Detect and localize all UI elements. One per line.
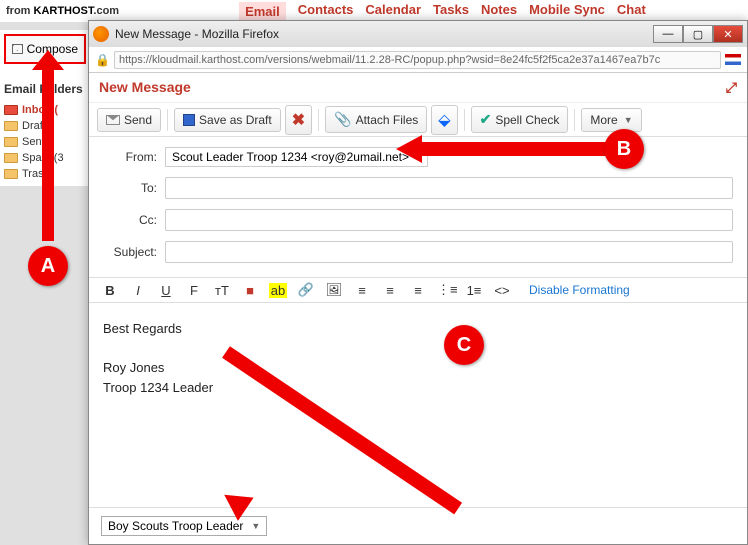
attach-files-button[interactable]: 📎 Attach Files xyxy=(325,106,427,133)
message-heading: New Message xyxy=(99,79,191,96)
nav-tab-tasks[interactable]: Tasks xyxy=(433,2,469,21)
nav-tab-mobile-sync[interactable]: Mobile Sync xyxy=(529,2,605,21)
folder-icon xyxy=(4,169,18,179)
align-center-button[interactable]: ≡ xyxy=(381,283,399,298)
cc-label: Cc: xyxy=(103,213,157,227)
nav-tab-calendar[interactable]: Calendar xyxy=(365,2,421,21)
chevron-down-icon: ▼ xyxy=(251,521,260,531)
message-body[interactable]: Best Regards Roy Jones Troop 1234 Leader xyxy=(89,303,747,507)
disable-formatting-link[interactable]: Disable Formatting xyxy=(529,283,630,297)
dropbox-button[interactable]: ⬙ xyxy=(431,105,457,135)
save-draft-button[interactable]: Save as Draft xyxy=(174,108,281,132)
subject-input[interactable] xyxy=(165,241,733,263)
to-input[interactable] xyxy=(165,177,733,199)
font-size-button[interactable]: тT xyxy=(213,283,231,298)
envelope-icon xyxy=(12,44,23,54)
signature-select[interactable]: Boy Scouts Troop Leader ▼ xyxy=(101,516,267,536)
link-button[interactable]: 🔗 xyxy=(297,282,315,298)
window-titlebar[interactable]: New Message - Mozilla Firefox — ▢ ✕ xyxy=(89,21,747,47)
from-select[interactable]: Scout Leader Troop 1234 <roy@2umail.net>… xyxy=(165,147,428,167)
text-color-button[interactable]: ■ xyxy=(241,283,259,298)
flag-icon xyxy=(725,54,741,65)
body-signature-name: Roy Jones xyxy=(103,358,733,378)
discard-button[interactable]: ✖ xyxy=(285,105,312,135)
body-signature-title: Troop 1234 Leader xyxy=(103,378,733,398)
bullet-list-button[interactable]: ⋮≡ xyxy=(437,282,455,298)
italic-button[interactable]: I xyxy=(129,283,147,298)
bold-button[interactable]: B xyxy=(101,283,119,298)
disk-icon xyxy=(183,114,195,126)
dropbox-icon: ⬙ xyxy=(438,110,450,130)
number-list-button[interactable]: 1≡ xyxy=(465,283,483,298)
compose-window: New Message - Mozilla Firefox — ▢ ✕ 🔒 ht… xyxy=(88,20,748,545)
align-left-button[interactable]: ≡ xyxy=(353,283,371,298)
check-icon: ✔ xyxy=(480,111,492,128)
folder-icon xyxy=(4,105,18,115)
window-minimize-button[interactable]: — xyxy=(653,25,683,43)
firefox-icon xyxy=(93,26,109,42)
compose-toolbar: Send Save as Draft ✖ 📎 Attach Files ⬙ ✔ … xyxy=(89,103,747,137)
window-maximize-button[interactable]: ▢ xyxy=(683,25,713,43)
lock-icon: 🔒 xyxy=(95,53,110,67)
to-label: To: xyxy=(103,181,157,195)
chevron-down-icon: ▼ xyxy=(414,151,423,161)
folder-icon xyxy=(4,137,18,147)
underline-button[interactable]: U xyxy=(157,283,175,298)
paperclip-icon: 📎 xyxy=(334,111,351,128)
nav-tab-notes[interactable]: Notes xyxy=(481,2,517,21)
nav-tab-contacts[interactable]: Contacts xyxy=(298,2,354,21)
top-nav: from KARTHOST.com Email Contacts Calendar T… xyxy=(0,0,748,22)
message-header: New Message ⤢ xyxy=(89,73,747,103)
body-regards: Best Regards xyxy=(103,319,733,339)
nav-tab-email[interactable]: Email xyxy=(239,2,286,21)
source-button[interactable]: <> xyxy=(493,283,511,298)
format-toolbar: B I U F тT ■ ab 🔗 🖼 ≡ ≡ ≡ ⋮≡ 1≡ <> Disab… xyxy=(89,277,747,303)
send-button[interactable]: Send xyxy=(97,108,161,132)
font-button[interactable]: F xyxy=(185,283,203,298)
send-icon xyxy=(106,115,120,125)
brand-logo: from KARTHOST.com xyxy=(6,5,119,17)
subject-label: Subject: xyxy=(103,245,157,259)
window-title: New Message - Mozilla Firefox xyxy=(115,27,647,41)
signature-area: Boy Scouts Troop Leader ▼ xyxy=(89,507,747,544)
spell-check-button[interactable]: ✔ Spell Check xyxy=(471,106,569,133)
align-right-button[interactable]: ≡ xyxy=(409,283,427,298)
cc-input[interactable] xyxy=(165,209,733,231)
annotation-label-a: A xyxy=(28,246,68,286)
expand-window-icon[interactable]: ⤢ xyxy=(726,79,737,96)
chevron-down-icon: ▼ xyxy=(624,115,633,125)
window-close-button[interactable]: ✕ xyxy=(713,25,743,43)
more-button[interactable]: More▼ xyxy=(581,108,641,132)
nav-tab-chat[interactable]: Chat xyxy=(617,2,646,21)
address-bar: 🔒 https://kloudmail.karthost.com/version… xyxy=(89,47,747,73)
folder-icon xyxy=(4,121,18,131)
highlight-button[interactable]: ab xyxy=(269,283,287,298)
x-icon: ✖ xyxy=(292,110,305,130)
image-button[interactable]: 🖼 xyxy=(325,282,343,298)
from-label: From: xyxy=(103,150,157,164)
url-input[interactable]: https://kloudmail.karthost.com/versions/… xyxy=(114,51,721,69)
folder-icon xyxy=(4,153,18,163)
compose-fields: From: Scout Leader Troop 1234 <roy@2umai… xyxy=(89,137,747,277)
